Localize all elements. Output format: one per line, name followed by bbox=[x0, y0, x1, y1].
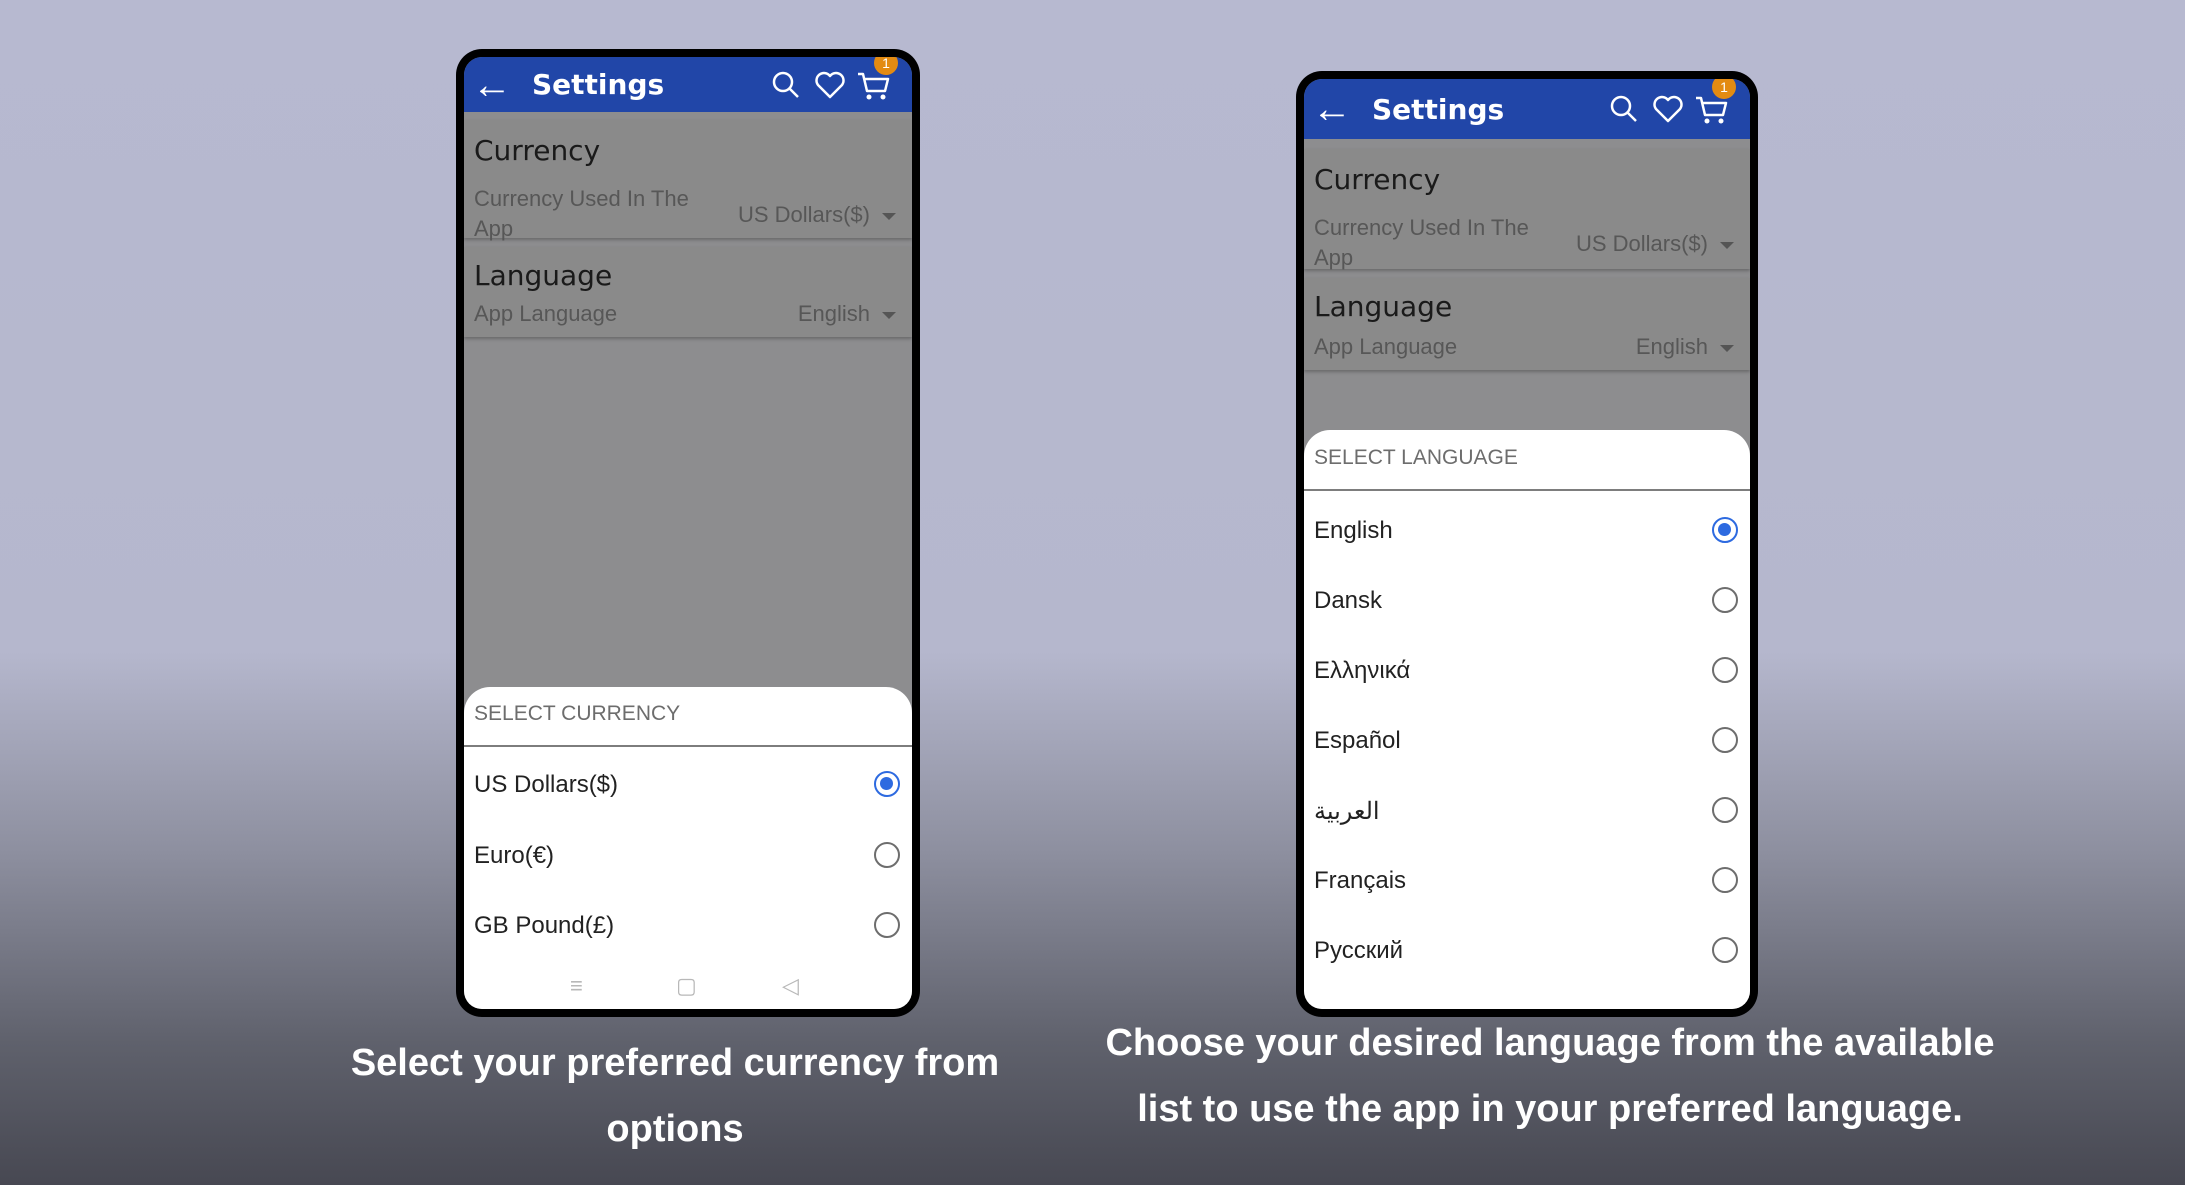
option-label: Русский bbox=[1314, 937, 1404, 964]
arrow-left-icon[interactable]: ← bbox=[1312, 89, 1372, 129]
option-label: العربية bbox=[1314, 798, 1380, 825]
language-value: English bbox=[797, 301, 870, 326]
language-card[interactable]: Language App Language English bbox=[464, 247, 912, 337]
currency-dropdown[interactable]: US Dollars($) bbox=[738, 202, 896, 228]
language-value: English bbox=[1635, 334, 1708, 359]
radio-unselected[interactable] bbox=[1712, 937, 1738, 963]
option-dansk[interactable]: Dansk bbox=[1304, 579, 1750, 629]
page-title: Settings bbox=[532, 68, 665, 101]
currency-card[interactable]: Currency Currency Used In The App US Dol… bbox=[1304, 149, 1750, 270]
option-francais[interactable]: Français bbox=[1304, 859, 1750, 909]
radio-selected[interactable] bbox=[1712, 517, 1738, 543]
option-english[interactable]: English bbox=[1304, 509, 1750, 559]
language-dropdown[interactable]: English bbox=[1636, 334, 1734, 360]
chevron-down-icon bbox=[882, 212, 896, 220]
left-phone: ← Settings 1 Currency Currency Used In T… bbox=[456, 49, 920, 1017]
menu-nav-icon[interactable]: ≡ bbox=[570, 973, 583, 999]
radio-unselected[interactable] bbox=[1712, 587, 1738, 613]
currency-heading: Currency bbox=[1314, 163, 1441, 196]
chevron-down-icon bbox=[1720, 241, 1734, 249]
option-us-dollars[interactable]: US Dollars($) bbox=[464, 763, 912, 813]
cart-badge: 1 bbox=[1712, 79, 1736, 99]
option-label: Español bbox=[1314, 727, 1401, 754]
radio-unselected[interactable] bbox=[1712, 797, 1738, 823]
sheet-title: SELECT LANGUAGE bbox=[1314, 446, 1518, 469]
option-label: English bbox=[1314, 517, 1393, 544]
option-label: Dansk bbox=[1314, 587, 1383, 614]
currency-card[interactable]: Currency Currency Used In The App US Dol… bbox=[464, 120, 912, 241]
chevron-down-icon bbox=[882, 311, 896, 319]
option-label: GB Pound(£) bbox=[474, 912, 615, 939]
option-euro[interactable]: Euro(€) bbox=[464, 834, 912, 884]
radio-unselected[interactable] bbox=[874, 912, 900, 938]
language-subtitle: App Language bbox=[474, 301, 618, 326]
page-title: Settings bbox=[1372, 92, 1505, 126]
language-subtitle: App Language bbox=[1314, 334, 1458, 359]
right-screen: ← Settings 1 Currency Currency Used In T… bbox=[1304, 79, 1750, 1009]
radio-unselected[interactable] bbox=[1712, 867, 1738, 893]
option-gb-pound[interactable]: GB Pound(£) bbox=[464, 904, 912, 954]
radio-selected[interactable] bbox=[874, 771, 900, 797]
language-heading: Language bbox=[1314, 290, 1453, 323]
language-heading: Language bbox=[474, 259, 613, 292]
divider bbox=[464, 745, 912, 747]
language-dropdown[interactable]: English bbox=[798, 301, 896, 327]
option-label: US Dollars($) bbox=[474, 771, 619, 798]
heart-icon[interactable] bbox=[1648, 89, 1688, 129]
arrow-left-icon[interactable]: ← bbox=[472, 65, 532, 105]
radio-unselected[interactable] bbox=[1712, 657, 1738, 683]
search-icon[interactable] bbox=[1604, 89, 1644, 129]
right-caption: Choose your desired language from the av… bbox=[1105, 1022, 1995, 1130]
cart-icon[interactable]: 1 bbox=[854, 57, 898, 105]
back-nav-icon[interactable]: ◁ bbox=[782, 973, 799, 999]
divider bbox=[1304, 489, 1750, 491]
currency-dropdown[interactable]: US Dollars($) bbox=[1576, 231, 1734, 257]
option-label: Français bbox=[1314, 867, 1407, 894]
system-nav-bar: ≡ ▢ ◁ bbox=[464, 971, 912, 1005]
right-phone: ← Settings 1 Currency Currency Used In T… bbox=[1296, 71, 1758, 1017]
radio-unselected[interactable] bbox=[874, 842, 900, 868]
option-espanol[interactable]: Español bbox=[1304, 719, 1750, 769]
heart-icon[interactable] bbox=[810, 65, 850, 105]
language-card[interactable]: Language App Language English bbox=[1304, 278, 1750, 370]
option-label: Euro(€) bbox=[474, 842, 555, 869]
currency-sheet: SELECT CURRENCY US Dollars($) Euro(€) GB… bbox=[464, 687, 912, 1009]
currency-value: US Dollars($) bbox=[737, 202, 870, 227]
home-nav-icon[interactable]: ▢ bbox=[676, 973, 697, 999]
left-screen: ← Settings 1 Currency Currency Used In T… bbox=[464, 57, 912, 1009]
app-bar: ← Settings 1 bbox=[464, 57, 912, 112]
sheet-title: SELECT CURRENCY bbox=[474, 702, 681, 725]
option-arabic[interactable]: العربية bbox=[1304, 789, 1750, 839]
option-label: Ελληνικά bbox=[1314, 657, 1411, 684]
left-caption: Select your preferred currency from opti… bbox=[350, 1042, 1000, 1150]
app-bar: ← Settings 1 bbox=[1304, 79, 1750, 139]
currency-heading: Currency bbox=[474, 134, 601, 167]
currency-subtitle: Currency Used In The App bbox=[474, 186, 689, 241]
search-icon[interactable] bbox=[766, 65, 806, 105]
option-russian[interactable]: Русский bbox=[1304, 929, 1750, 979]
language-sheet: SELECT LANGUAGE English Dansk Ελληνικά E… bbox=[1304, 430, 1750, 1009]
cart-badge: 1 bbox=[874, 57, 898, 75]
cart-icon[interactable]: 1 bbox=[1692, 79, 1736, 129]
currency-value: US Dollars($) bbox=[1575, 231, 1708, 256]
option-greek[interactable]: Ελληνικά bbox=[1304, 649, 1750, 699]
currency-subtitle: Currency Used In The App bbox=[1314, 215, 1529, 270]
radio-unselected[interactable] bbox=[1712, 727, 1738, 753]
chevron-down-icon bbox=[1720, 344, 1734, 352]
